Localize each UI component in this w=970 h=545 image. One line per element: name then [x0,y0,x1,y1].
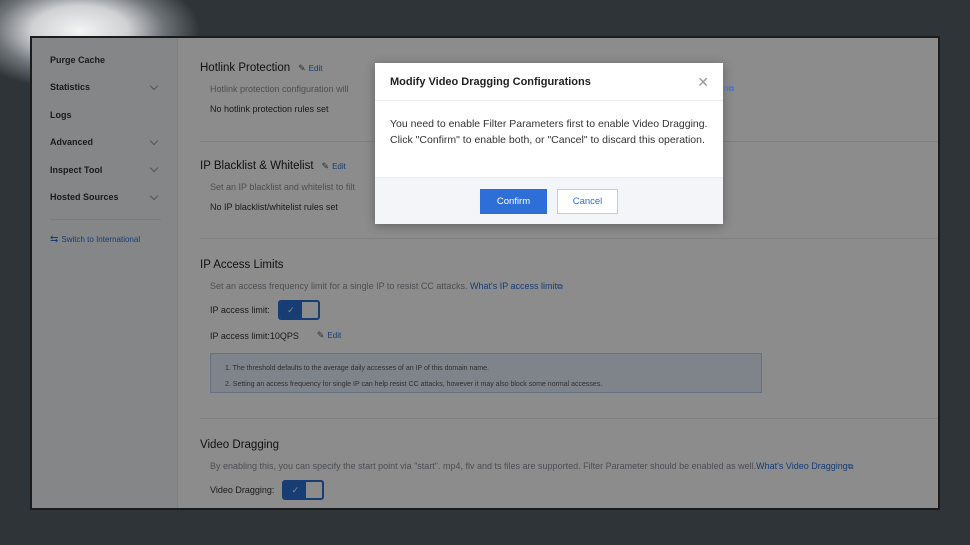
dialog-footer: Confirm Cancel [375,177,723,224]
dialog-message: You need to enable Filter Parameters fir… [390,118,708,146]
partial-link-fragment: n⧉ [724,84,735,93]
screen: Purge Cache Statistics Logs Advanced Ins… [30,36,940,510]
modify-video-dragging-dialog: Modify Video Dragging Configurations ✕ Y… [375,63,723,224]
dialog-header: Modify Video Dragging Configurations ✕ [375,63,723,101]
close-icon[interactable]: ✕ [697,75,709,89]
cancel-button[interactable]: Cancel [557,188,618,214]
dialog-title: Modify Video Dragging Configurations [390,75,591,88]
external-link-icon: ⧉ [728,84,735,93]
confirm-button[interactable]: Confirm [480,188,547,214]
